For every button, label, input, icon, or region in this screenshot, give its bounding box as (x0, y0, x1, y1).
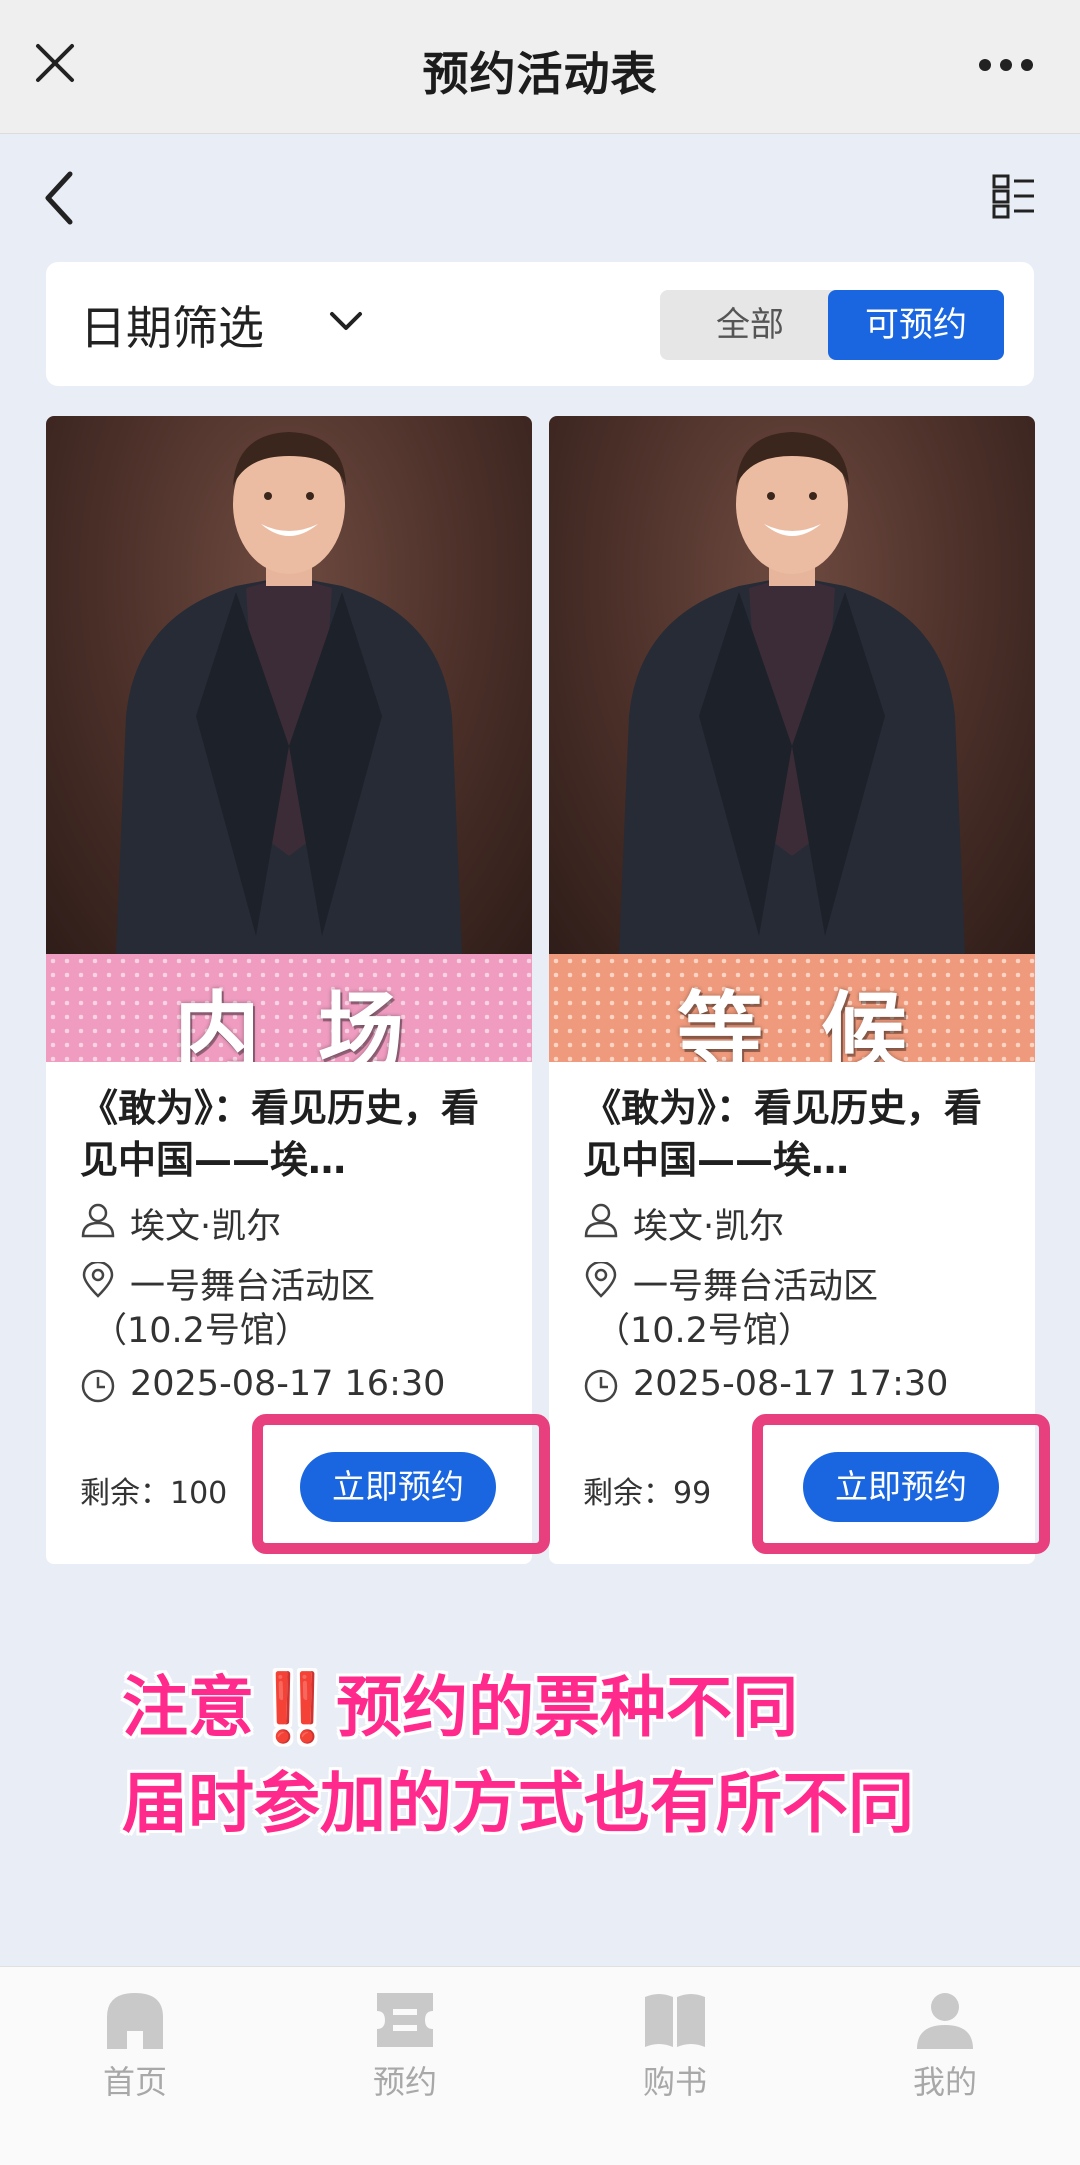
person-icon (81, 1203, 115, 1238)
ticket-type-label: 内场券 (174, 983, 462, 1062)
event-time: 2025-08-17 16:30 (130, 1364, 446, 1404)
location-line2: （10.2号馆） (92, 1311, 310, 1351)
user-icon (917, 1993, 973, 2049)
time-row: 2025-08-17 16:30 (80, 1364, 510, 1408)
clock-icon (81, 1369, 115, 1403)
remaining-count: 剩余：99 (583, 1468, 711, 1512)
location-pin-icon (585, 1262, 617, 1298)
location-line2: （10.2号馆） (595, 1311, 813, 1351)
clock-icon (584, 1369, 618, 1403)
bottom-tab-bar: 首页 预约 购书 我的 (0, 1966, 1080, 2165)
title-bar: 预约活动表 (0, 0, 1080, 134)
note-line2: 届时参加的方式也有所不同 (122, 1765, 914, 1842)
speaker-photo (549, 416, 1035, 954)
event-title: 《敢为》：看见历史，看见中国——埃… (80, 1086, 480, 1182)
ticket-type-banner: 内场券 (46, 954, 532, 1062)
note-line1: 注意‼️预约的票种不同 (122, 1660, 914, 1756)
tab-label: 我的 (912, 2063, 977, 2101)
event-card[interactable]: 内场券 《敢为》：看见历史，看见中国——埃… 埃文·凯尔 一号舞台活动区 （10… (46, 416, 532, 1564)
event-card[interactable]: 等候券 《敢为》：看见历史，看见中国——埃… 埃文·凯尔 一号舞台活动区 （10… (549, 416, 1035, 1564)
location-row: 一号舞台活动区 (80, 1258, 510, 1307)
speaker-photo (46, 416, 532, 954)
filter-available-button[interactable]: 可预约 (828, 290, 1004, 360)
event-title: 《敢为》：看见历史，看见中国——埃… (583, 1086, 983, 1182)
note-line1-bang: ‼️ (254, 1669, 337, 1746)
list-view-icon[interactable] (992, 174, 1036, 220)
remaining-value: 99 (673, 1476, 712, 1511)
speaker-row: 埃文·凯尔 (583, 1198, 1013, 1247)
remaining-label: 剩余： (80, 1476, 170, 1511)
page-title: 预约活动表 (422, 47, 658, 101)
note-line1-b: 预约的票种不同 (336, 1669, 799, 1746)
filter-all-button[interactable]: 全部 (660, 290, 840, 360)
more-icon[interactable] (978, 58, 1034, 72)
remaining-label: 剩余： (583, 1476, 673, 1511)
annotation-note: 注意‼️预约的票种不同 届时参加的方式也有所不同 (122, 1660, 914, 1852)
book-icon (645, 1994, 705, 2047)
tab-booking[interactable]: 预约 (325, 1989, 485, 2119)
tab-label: 预约 (372, 2063, 437, 2101)
speaker-name: 埃文·凯尔 (633, 1207, 785, 1247)
speaker-row: 埃文·凯尔 (80, 1198, 510, 1247)
highlight-box (752, 1414, 1050, 1554)
tab-label: 购书 (642, 2063, 707, 2101)
remaining-count: 剩余：100 (80, 1468, 227, 1512)
tab-home[interactable]: 首页 (55, 1989, 215, 2119)
remaining-value: 100 (170, 1476, 228, 1511)
home-icon (107, 1993, 163, 2049)
time-row: 2025-08-17 17:30 (583, 1364, 1013, 1408)
back-icon[interactable] (40, 168, 80, 228)
event-time: 2025-08-17 17:30 (633, 1364, 949, 1404)
filter-bar: 日期筛选 全部 可预约 (46, 262, 1034, 386)
chevron-down-icon[interactable] (328, 310, 364, 334)
ticket-icon (377, 1993, 433, 2047)
note-line1-a: 注意 (122, 1669, 254, 1746)
date-filter-label[interactable]: 日期筛选 (80, 292, 264, 358)
person-icon (584, 1203, 618, 1238)
speaker-name: 埃文·凯尔 (130, 1207, 282, 1247)
tab-mine[interactable]: 我的 (865, 1989, 1025, 2119)
tab-books[interactable]: 购书 (595, 1989, 755, 2119)
tab-label: 首页 (102, 2063, 167, 2101)
location-row: 一号舞台活动区 (583, 1258, 1013, 1307)
location-pin-icon (82, 1262, 114, 1298)
highlight-box (252, 1414, 550, 1554)
ticket-type-label: 等候券 (677, 983, 965, 1062)
ticket-type-banner: 等候券 (549, 954, 1035, 1062)
